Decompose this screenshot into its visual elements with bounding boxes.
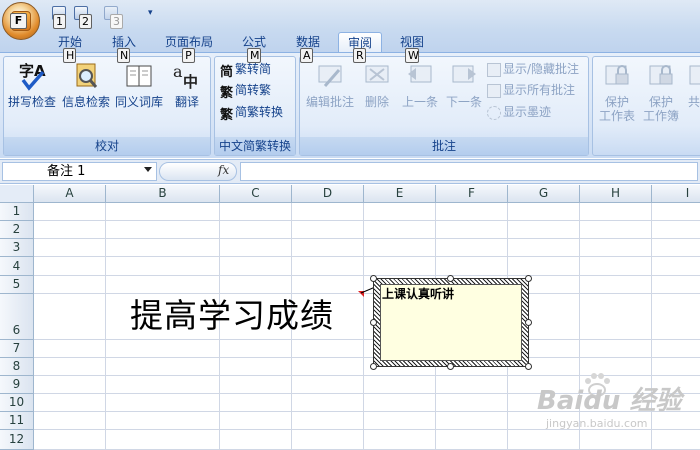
cell-b6-text[interactable]: 提高学习成绩 <box>130 296 334 336</box>
show-ink-button[interactable]: 显示墨迹 <box>487 102 551 122</box>
keytip-data: A <box>300 48 313 63</box>
trad-to-simp-button[interactable]: 简繁转简 <box>220 59 271 80</box>
column-gridline <box>105 203 106 450</box>
simp-to-trad-icon: 繁 <box>220 85 234 101</box>
thesaurus-book-icon <box>126 65 152 87</box>
protect-sheet-icon <box>605 65 629 85</box>
next-comment-button[interactable]: 下一条 <box>442 60 486 109</box>
row-header[interactable]: 4 <box>0 257 34 276</box>
keytip-home: H <box>63 48 76 63</box>
row-header[interactable]: 2 <box>0 221 34 239</box>
name-box-dropdown-icon[interactable] <box>144 167 152 172</box>
keytip-2: 2 <box>79 14 92 29</box>
research-button[interactable]: 信息检索 <box>60 60 112 109</box>
protect-workbook-icon <box>649 65 673 85</box>
row-header[interactable]: 9 <box>0 376 34 394</box>
comment-text[interactable]: 上课认真听讲 <box>382 285 454 302</box>
row-gridline <box>34 256 700 257</box>
show-hide-comment-icon <box>487 62 501 77</box>
previous-comment-button[interactable]: 上一条 <box>398 60 442 109</box>
row-gridline <box>34 357 700 358</box>
column-header[interactable]: A <box>34 185 106 203</box>
keytip-page-layout: P <box>182 48 195 63</box>
research-book-icon <box>76 63 98 88</box>
column-header[interactable]: F <box>436 185 508 203</box>
translate-icon: a 中 <box>173 62 198 91</box>
column-header[interactable]: I <box>652 185 700 203</box>
keytip-review: R <box>353 48 366 63</box>
simp-to-trad-button[interactable]: 繁简转繁 <box>220 80 271 101</box>
column-header[interactable]: B <box>106 185 220 203</box>
resize-handle-nw[interactable] <box>370 275 377 282</box>
excel-window: F 1 2 3 ▾ 开始 H 插入 N 页面布局 P 公式 M 数据 A 审阅 … <box>0 0 700 450</box>
keytip-view: W <box>405 48 419 63</box>
row-header[interactable]: 11 <box>0 412 34 430</box>
row-gridline <box>34 275 700 276</box>
column-header[interactable]: C <box>220 185 292 203</box>
translate-button[interactable]: a 中 翻译 <box>166 60 208 109</box>
thesaurus-button[interactable]: 同义词库 <box>113 60 165 109</box>
resize-handle-w[interactable] <box>370 319 377 326</box>
column-header[interactable]: D <box>292 185 364 203</box>
office-button-keytip: F <box>10 13 27 29</box>
keytip-insert: N <box>117 48 130 63</box>
svg-text:中: 中 <box>183 73 198 91</box>
share-workbook-button[interactable]: 共 <box>688 60 700 109</box>
keytip-3: 3 <box>110 14 123 29</box>
resize-handle-sw[interactable] <box>370 363 377 370</box>
edit-comment-button[interactable]: 编辑批注 <box>303 60 357 109</box>
column-header[interactable]: E <box>364 185 436 203</box>
protect-sheet-button[interactable]: 保护 工作表 <box>596 60 638 123</box>
row-gridline <box>34 220 700 221</box>
formula-input[interactable] <box>240 162 698 181</box>
convert-chinese-button[interactable]: 繁简繁转换 <box>220 102 283 123</box>
svg-text:字A: 字A <box>19 62 46 80</box>
resize-handle-e[interactable] <box>525 319 532 326</box>
convert-chinese-icon: 繁 <box>220 107 234 123</box>
watermark-url: jingyan.baidu.com <box>546 417 648 430</box>
delete-comment-icon <box>365 65 389 83</box>
row-header[interactable]: 7 <box>0 340 34 358</box>
show-all-comments-icon <box>487 83 501 98</box>
resize-handle-se[interactable] <box>525 363 532 370</box>
spell-check-icon: 字A <box>19 62 46 91</box>
insert-function-icon[interactable]: fx <box>218 163 229 177</box>
column-header[interactable]: H <box>580 185 652 203</box>
resize-handle-s[interactable] <box>447 363 454 370</box>
name-box[interactable]: 备注 1 <box>2 162 157 181</box>
svg-text:a: a <box>173 62 183 81</box>
share-workbook-icon <box>689 65 700 85</box>
group-chinese-conversion-label: 中文简繁转换 <box>215 137 295 155</box>
row-header[interactable]: 10 <box>0 394 34 412</box>
column-gridline <box>363 203 364 450</box>
resize-handle-n[interactable] <box>447 275 454 282</box>
watermark-text: Baidu 经验 <box>537 386 682 416</box>
row-header[interactable]: 3 <box>0 239 34 257</box>
column-header[interactable]: G <box>508 185 580 203</box>
delete-comment-button[interactable]: 删除 <box>359 60 395 109</box>
show-hide-comment-button[interactable]: 显示/隐藏批注 <box>487 59 579 79</box>
row-header[interactable]: 5 <box>0 276 34 294</box>
row-header[interactable]: 8 <box>0 358 34 376</box>
resize-handle-ne[interactable] <box>525 275 532 282</box>
keytip-formulas: M <box>247 48 261 63</box>
previous-comment-icon <box>408 65 432 83</box>
row-header[interactable]: 6 <box>0 294 34 340</box>
select-all-corner[interactable] <box>0 185 34 203</box>
protect-workbook-button[interactable]: 保护 工作簿 <box>640 60 682 123</box>
edit-comment-icon <box>318 65 342 87</box>
next-comment-icon <box>452 65 476 83</box>
row-header[interactable]: 1 <box>0 203 34 221</box>
keytip-1: 1 <box>53 14 66 29</box>
group-proofing-label: 校对 <box>4 137 210 155</box>
row-header[interactable]: 12 <box>0 430 34 450</box>
show-all-comments-button[interactable]: 显示所有批注 <box>487 80 575 100</box>
trad-to-simp-icon: 简 <box>220 64 234 80</box>
row-gridline <box>34 339 700 340</box>
spell-check-button[interactable]: 字A 拼写检查 <box>6 60 58 109</box>
group-comments-label: 批注 <box>300 137 588 155</box>
customize-toolbar-icon[interactable]: ▾ <box>148 8 153 18</box>
row-gridline <box>34 238 700 239</box>
show-ink-icon <box>487 105 501 120</box>
